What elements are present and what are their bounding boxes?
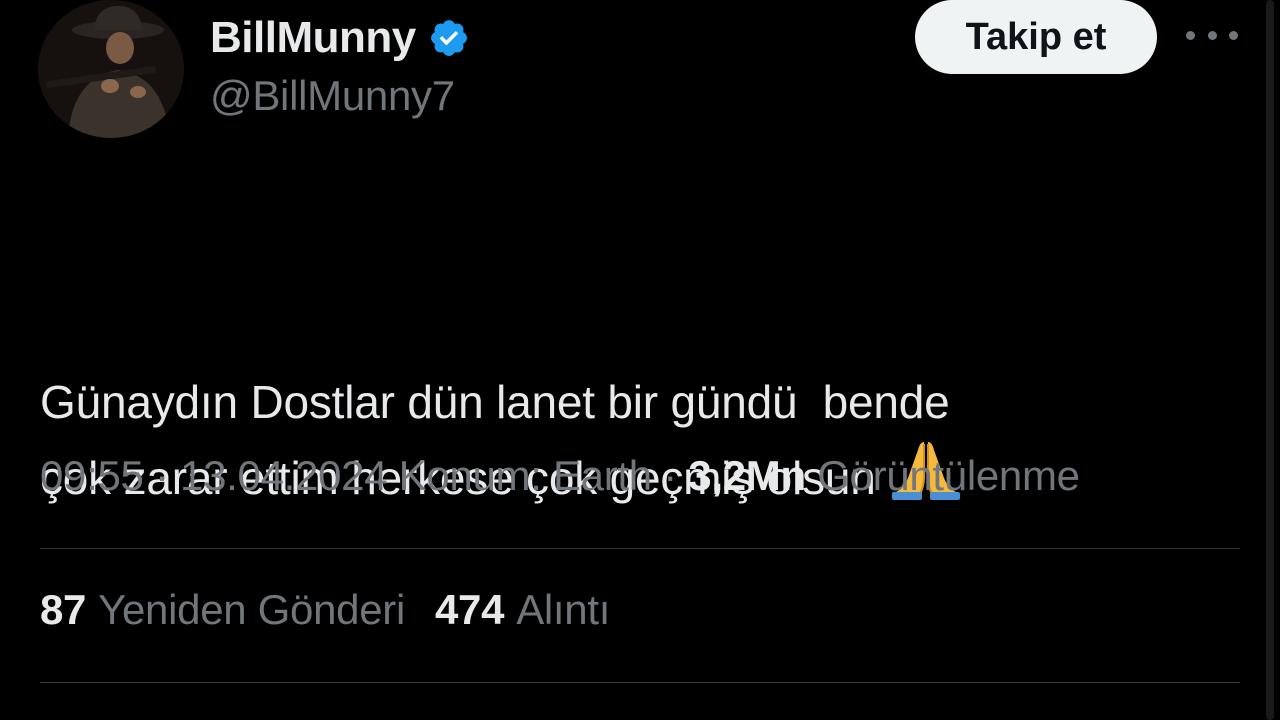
tweet-meta: 09:55 · 13.04.2024 Konum: Earth · 3,2Mn …	[40, 452, 1080, 500]
display-name[interactable]: BillMunny	[210, 13, 416, 63]
reposts-stat[interactable]: 87 Yeniden Gönderi	[40, 586, 405, 634]
more-options-icon[interactable]	[1186, 20, 1238, 50]
quotes-label: Alıntı	[516, 586, 611, 633]
author-avatar[interactable]	[38, 0, 184, 138]
follow-button[interactable]: Takip et	[915, 0, 1157, 74]
tweet-time[interactable]: 09:55	[40, 452, 144, 499]
divider	[40, 548, 1240, 549]
more-dot	[1186, 30, 1195, 40]
verified-badge-icon[interactable]	[428, 17, 470, 59]
views-label: Görüntülenme	[817, 452, 1080, 499]
meta-separator: ·	[651, 452, 689, 499]
views-count: 3,2Mn	[688, 452, 806, 499]
quotes-count: 474	[435, 586, 505, 633]
more-dot	[1229, 30, 1238, 40]
meta-separator: ·	[143, 452, 181, 499]
author-handle[interactable]: @BillMunny7	[210, 72, 455, 120]
divider	[40, 682, 1240, 683]
tweet-text-line: Günaydın Dostlar dün lanet bir gündü ben…	[40, 376, 950, 428]
tweet-location: Konum: Earth	[398, 452, 653, 499]
quotes-stat[interactable]: 474 Alıntı	[435, 586, 610, 634]
reposts-label: Yeniden Gönderi	[98, 586, 405, 633]
display-name-row: BillMunny	[210, 10, 470, 66]
scrollbar[interactable]	[1266, 0, 1274, 720]
tweet-detail: BillMunny @BillMunny7 Takip et Günaydın …	[0, 0, 1280, 720]
cowboy-avatar-icon	[38, 0, 184, 138]
tweet-date[interactable]: 13.04.2024	[180, 452, 388, 499]
tweet-stats: 87 Yeniden Gönderi 474 Alıntı	[40, 586, 640, 634]
reposts-count: 87	[40, 586, 87, 633]
more-dot	[1207, 30, 1217, 40]
